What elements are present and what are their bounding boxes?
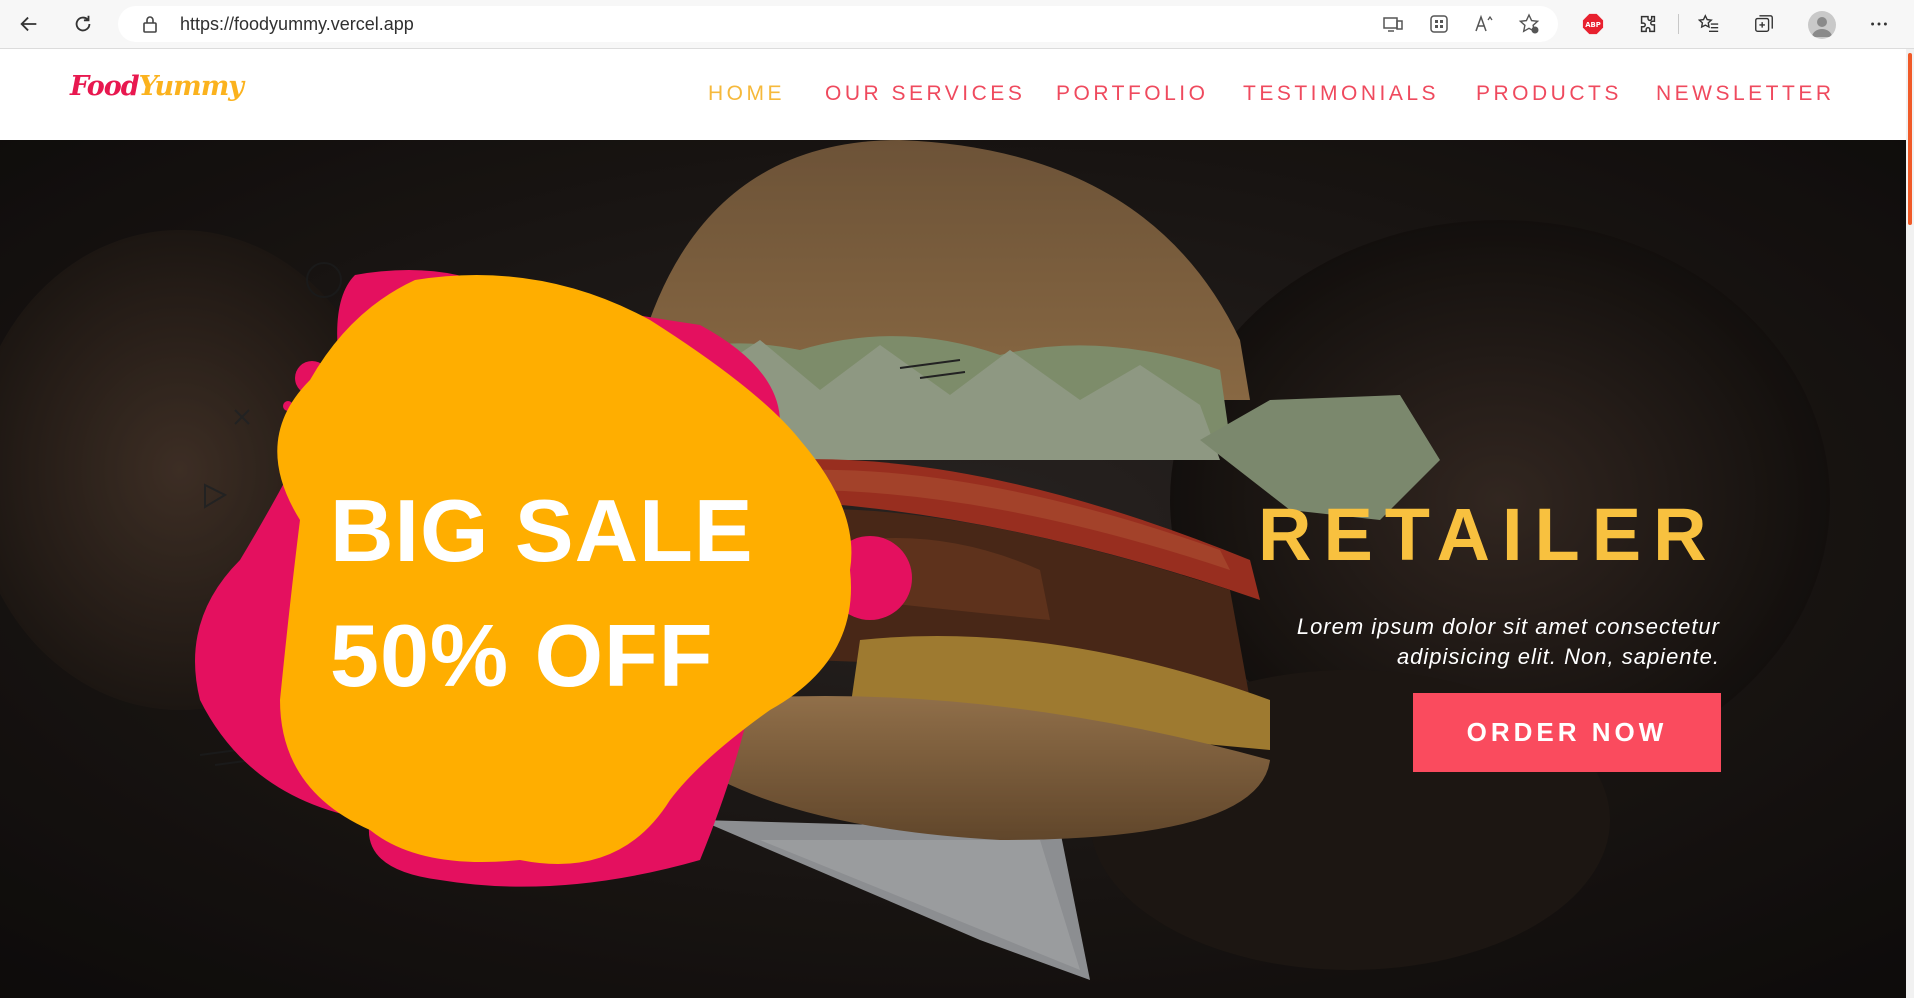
more-menu-button[interactable]	[1864, 9, 1894, 39]
hero-description-line1: Lorem ipsum dolor sit amet consectetur	[1296, 614, 1720, 639]
page-scrollbar[interactable]	[1906, 49, 1914, 998]
extensions-button[interactable]	[1633, 9, 1663, 39]
scrollbar-thumb[interactable]	[1908, 53, 1912, 225]
toolbar-divider	[1678, 14, 1679, 34]
hero-section: BIG SALE 50% OFF RETAILER Lorem ipsum do…	[0, 140, 1906, 998]
address-bar[interactable]: https://foodyummy.vercel.app	[118, 6, 1558, 42]
nav-testimonials[interactable]: TESTIMONIALS	[1243, 82, 1439, 106]
refresh-icon	[75, 15, 91, 32]
browser-toolbar: https://foodyummy.vercel.app ABP	[0, 0, 1914, 49]
nav-portfolio[interactable]: PORTFOLIO	[1056, 82, 1208, 106]
sale-headline-line1: BIG SALE	[330, 481, 754, 580]
nav-newsletter[interactable]: NEWSLETTER	[1656, 82, 1835, 106]
refresh-button[interactable]	[68, 9, 98, 39]
back-arrow-icon	[20, 16, 37, 32]
puzzle-piece-icon	[1640, 15, 1656, 33]
hero-heading: RETAILER	[1258, 493, 1719, 576]
hero-description-line2: adipisicing elit. Non, sapiente.	[1396, 644, 1720, 669]
lock-icon	[143, 16, 157, 33]
collections-icon	[1755, 15, 1773, 33]
main-nav: HOME OUR SERVICES PORTFOLIO TESTIMONIALS…	[0, 82, 1906, 112]
collections-button[interactable]	[1749, 9, 1779, 39]
add-favorite-icon[interactable]	[1518, 13, 1540, 35]
adblock-extension-button[interactable]: ABP	[1578, 9, 1608, 39]
ellipsis-icon	[1871, 22, 1887, 26]
nav-our-services[interactable]: OUR SERVICES	[825, 82, 1025, 106]
back-button[interactable]	[14, 9, 44, 39]
favorites-button[interactable]	[1694, 9, 1724, 39]
nav-home[interactable]: HOME	[708, 82, 785, 106]
adblock-plus-icon: ABP	[1582, 13, 1604, 35]
hero-description: Lorem ipsum dolor sit amet consectetur a…	[1240, 612, 1720, 672]
qr-code-icon[interactable]	[1428, 13, 1450, 35]
favorites-star-list-icon	[1698, 14, 1719, 33]
url-text: https://foodyummy.vercel.app	[180, 14, 414, 34]
sale-headline-line2: 50% OFF	[330, 606, 714, 705]
read-aloud-icon[interactable]	[1473, 13, 1495, 35]
order-now-button[interactable]: ORDER NOW	[1413, 693, 1721, 772]
app-available-icon[interactable]	[1382, 13, 1404, 35]
profile-avatar[interactable]	[1808, 11, 1836, 39]
site-header: FoodYummy HOME OUR SERVICES PORTFOLIO TE…	[0, 49, 1906, 140]
nav-products[interactable]: PRODUCTS	[1476, 82, 1622, 106]
user-avatar-icon	[1812, 17, 1832, 37]
abp-label: ABP	[1585, 21, 1601, 29]
